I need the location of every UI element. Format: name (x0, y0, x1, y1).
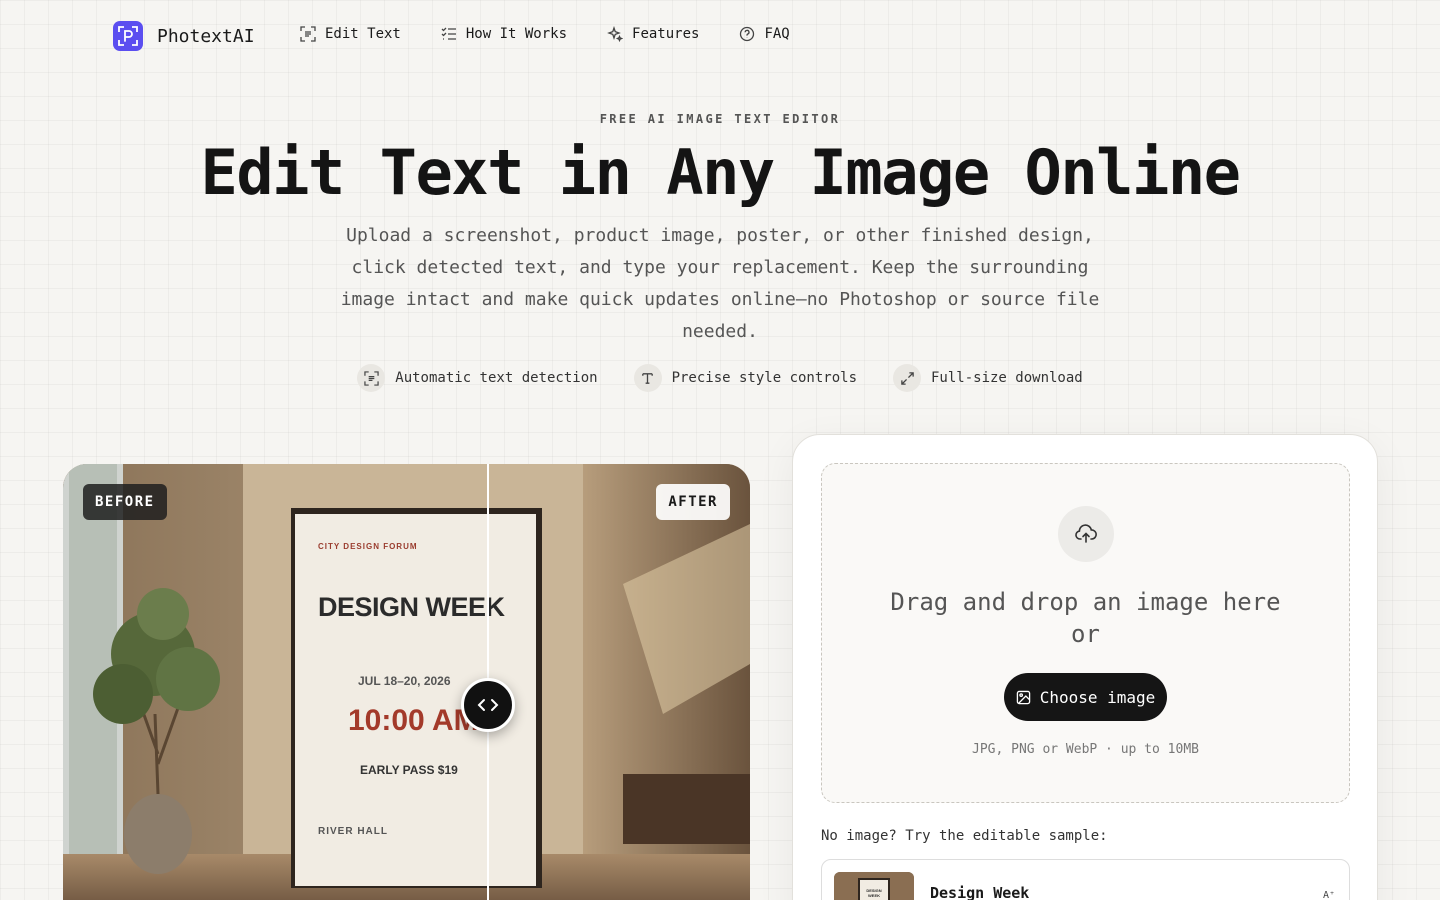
brand-logo[interactable]: PhotextAI (113, 21, 255, 51)
poster-venue: RIVER HALL (318, 826, 388, 837)
hero-subtitle: Upload a screenshot, product image, post… (340, 225, 1100, 342)
nav-link-label: Edit Text (325, 26, 401, 42)
accepted-formats: JPG, PNG or WebP · up to 10MB (972, 742, 1199, 757)
chevrons-left-right-icon (477, 699, 499, 711)
nav-link-how-it-works[interactable]: How It Works (441, 26, 567, 42)
text-scan-icon (300, 26, 316, 42)
poster-price: EARLY PASS $19 (360, 763, 458, 777)
image-icon (1016, 690, 1030, 704)
dropzone-title: Drag and drop an image here or (822, 586, 1349, 650)
type-icon (633, 364, 662, 392)
sample-image-item[interactable]: DESIGN WEEK Design Week A⁺ (821, 859, 1350, 900)
feature-item: Automatic text detection (357, 364, 598, 392)
nav-link-edit-text[interactable]: Edit Text (300, 26, 401, 42)
poster-title: DESIGN WEEK (318, 592, 505, 622)
nav-link-label: How It Works (465, 26, 568, 42)
before-badge: BEFORE (83, 484, 167, 520)
nav-link-label: Features (632, 26, 700, 42)
expand-icon (893, 364, 921, 392)
sample-thumb-text: DESIGN WEEK (866, 888, 882, 898)
image-dropzone[interactable]: Drag and drop an image here or Choose im… (821, 463, 1350, 803)
feature-label: Precise style controls (671, 370, 857, 386)
feature-item: Precise style controls (633, 364, 857, 392)
sample-thumbnail: DESIGN WEEK (834, 872, 914, 900)
nav-link-faq[interactable]: FAQ (739, 26, 790, 42)
upload-card: Drag and drop an image here or Choose im… (792, 434, 1378, 900)
page-title: Edit Text in Any Image Online (200, 136, 1242, 209)
help-circle-icon (740, 26, 755, 42)
choose-image-label: Choose image (1039, 687, 1156, 707)
nav-link-label: FAQ (764, 26, 790, 42)
sample-prompt: No image? Try the editable sample: (821, 828, 1108, 844)
poster-org: CITY DESIGN FORUM (318, 542, 418, 551)
feature-label: Full-size download (931, 370, 1083, 386)
nav-link-features[interactable]: Features (607, 26, 699, 42)
hero-eyebrow: FREE AI IMAGE TEXT EDITOR (599, 112, 841, 126)
poster-dates: JUL 18–20, 2026 (358, 674, 451, 688)
logo-icon (113, 21, 143, 51)
sample-title: Design Week (930, 884, 1030, 900)
feature-item: Full-size download (893, 364, 1083, 392)
text-edit-icon: A⁺ (1322, 890, 1335, 900)
choose-image-button[interactable]: Choose image (1004, 673, 1167, 721)
comparison-slider-handle[interactable] (461, 678, 515, 732)
dropzone-line-1: Drag and drop an image here (890, 588, 1281, 616)
before-after-comparison[interactable]: CITY DESIGN FORUM DESIGN WEEK JUL 18–20,… (63, 464, 750, 900)
nav-links: Edit Text How It Works Features FAQ (300, 26, 790, 42)
upload-cloud-icon (1058, 506, 1114, 562)
after-badge: AFTER (656, 484, 730, 520)
feature-label: Automatic text detection (395, 370, 598, 386)
brand-name: PhotextAI (157, 25, 255, 47)
sparkles-icon (607, 26, 624, 42)
top-nav: PhotextAI Edit Text How It Works Feature… (0, 0, 1440, 72)
text-scan-icon (357, 364, 386, 392)
feature-list: Automatic text detection Precise style c… (0, 364, 1440, 392)
dropzone-line-2: or (1071, 620, 1100, 648)
poster-time: 10:00 AM (348, 704, 479, 737)
list-check-icon (441, 27, 456, 40)
